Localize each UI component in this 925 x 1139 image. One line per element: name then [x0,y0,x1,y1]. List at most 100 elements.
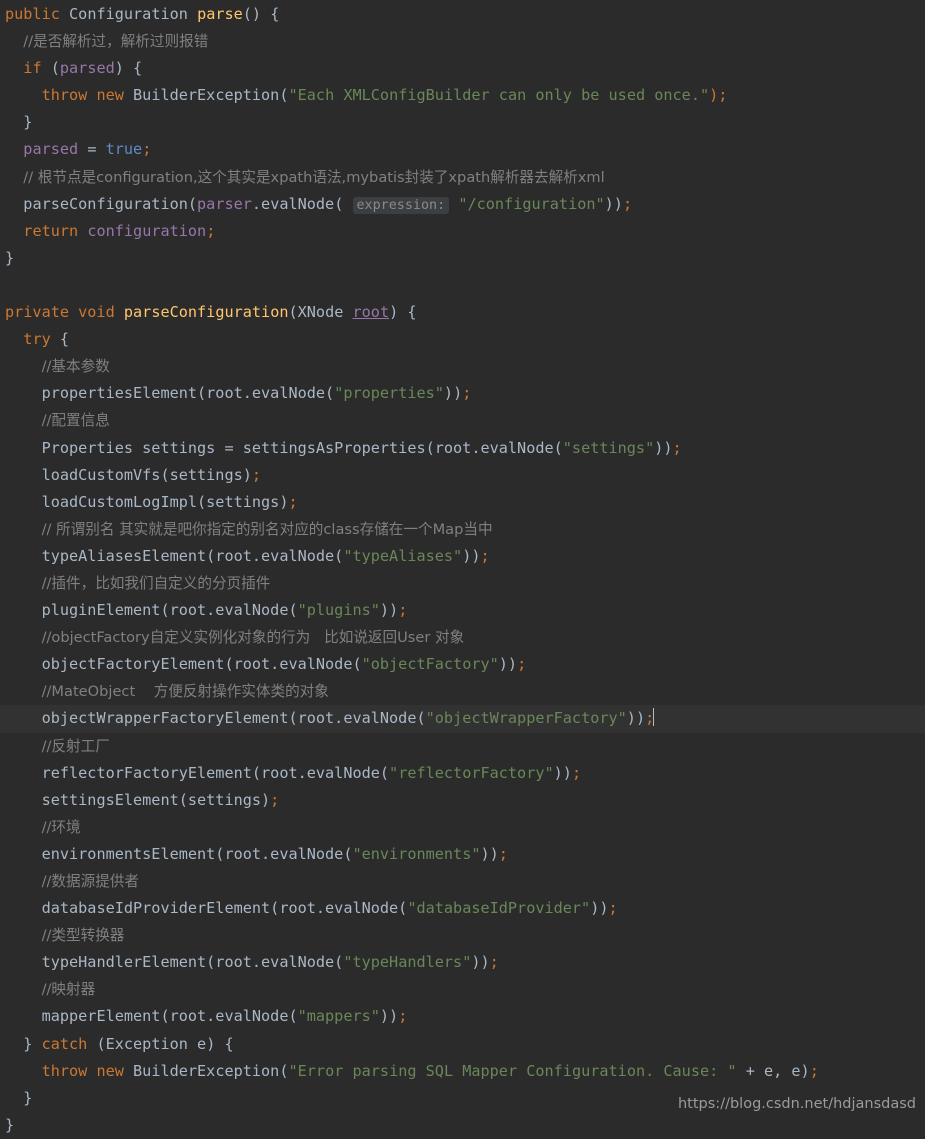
comment: //objectFactory自定义实例化对象的行为 比如说返回User 对象 [41,629,465,647]
code-line: } [23,113,33,132]
parameter-root: root [352,303,390,322]
code-line: databaseIdProviderElement(root.evalNode(… [41,899,618,918]
string-literal: "/configuration" [458,194,605,213]
code-line: typeAliasesElement(root.evalNode("typeAl… [41,546,490,565]
code-line: // 所谓别名 其实就是吧你指定的别名对应的class存储在一个Map当中 [0,516,925,543]
code-line: pluginElement(root.evalNode("plugins")); [41,601,408,620]
code-line: if (parsed) { [23,59,143,78]
call-loadcustomvfs: loadCustomVfs(settings) [41,465,252,484]
code-line: Properties settings = settingsAsProperti… [41,438,682,457]
code-line: // 根节点是configuration,这个其实是xpath语法,mybati… [0,164,925,191]
field-parsed: parsed [23,140,79,159]
code-line: } catch (Exception e) { [23,1034,234,1053]
code-line: loadCustomVfs(settings); [41,465,262,484]
call-objectwrapperfactoryelement: objectWrapperFactoryElement(root.evalNod… [41,709,426,728]
call-loadcustomlogimpl: loadCustomLogImpl(settings) [41,492,289,511]
keyword-return: return [23,221,79,240]
watermark-url: https://blog.csdn.net/hdjansdasd [677,1095,916,1112]
string-literal: "Each XMLConfigBuilder can only be used … [288,86,710,105]
string-literal: "objectWrapperFactory" [425,709,627,728]
string-literal: "reflectorFactory" [389,763,554,782]
comment: //类型转换器 [41,927,125,945]
type-properties: Properties [41,438,134,457]
type-xnode: XNode [297,303,344,322]
string-literal: "plugins" [297,601,380,620]
method-parse: parse [197,5,243,23]
string-literal: "databaseIdProvider" [407,899,591,918]
call-typealiaseselement: typeAliasesElement(root.evalNode( [41,546,344,565]
code-line: //映射器 [0,976,925,1003]
code-line: //插件，比如我们自定义的分页插件 [0,570,925,597]
code-line: typeHandlerElement(root.evalNode("typeHa… [41,953,499,972]
string-literal: "Error parsing SQL Mapper Configuration.… [288,1061,737,1080]
code-line: try { [23,330,70,349]
keyword-if: if [23,59,42,78]
comment: // 所谓别名 其实就是吧你指定的别名对应的class存储在一个Map当中 [41,520,493,538]
field-configuration: configuration [87,221,207,240]
call-databaseidproviderelement: databaseIdProviderElement(root.evalNode( [41,899,408,918]
call-parseconfiguration: parseConfiguration( [23,194,198,213]
code-line: throw new BuilderException("Each XMLConf… [41,86,728,105]
comment: //MateObject 方便反射操作实体类的对象 [41,683,329,701]
code-line: public Configuration parse() { [5,5,280,23]
code-line: reflectorFactoryElement(root.evalNode("r… [41,763,582,782]
comment: //环境 [41,818,81,836]
code-line: parseConfiguration(parser.evalNode( expr… [23,194,633,214]
type-configuration: Configuration [69,5,188,23]
code-line: loadCustomLogImpl(settings); [41,492,298,511]
comment: //是否解析过，解析过则报错 [23,33,209,51]
code-line: throw new BuilderException("Error parsin… [41,1061,819,1080]
type-exception: Exception [105,1034,188,1053]
text-caret [653,708,655,727]
code-line: //类型转换器 [0,922,925,949]
keyword-try: try [23,330,51,349]
code-editor[interactable]: public Configuration parse() { //是否解析过，解… [0,0,925,1135]
code-line: //objectFactory自定义实例化对象的行为 比如说返回User 对象 [0,624,925,651]
string-literal: "environments" [352,844,481,863]
call-mapperelement: mapperElement(root.evalNode( [41,1007,298,1026]
code-line: } [5,248,15,267]
keyword-public: public [5,5,60,23]
code-line: //环境 [0,814,925,841]
string-literal: "properties" [334,384,444,403]
field-parser: parser [197,194,252,213]
comment: //配置信息 [41,412,110,430]
code-line: //是否解析过，解析过则报错 [0,28,925,55]
call-settingselement: settingsElement(settings) [41,790,271,809]
code-line: //数据源提供者 [0,868,925,895]
string-literal: "typeHandlers" [343,953,472,972]
code-line: objectFactoryElement(root.evalNode("obje… [41,655,527,674]
call-reflectorfactoryelement: reflectorFactoryElement(root.evalNode( [41,763,390,782]
call-typehandlerelement: typeHandlerElement(root.evalNode( [41,953,344,972]
parameter-hint-expression: expression: [352,196,450,214]
comment: // 根节点是configuration,这个其实是xpath语法,mybati… [23,168,605,186]
keyword-private-void: private void [5,303,115,322]
code-line: environmentsElement(root.evalNode("envir… [41,844,508,863]
string-literal: "settings" [562,438,655,457]
code-line: //MateObject 方便反射操作实体类的对象 [0,678,925,705]
call-objectfactoryelement: objectFactoryElement(root.evalNode( [41,655,362,674]
code-line: //基本参数 [0,353,925,380]
comment: //映射器 [41,981,96,999]
string-literal: "objectFactory" [361,655,499,674]
code-line: private void parseConfiguration(XNode ro… [5,303,417,322]
current-code-line[interactable]: objectWrapperFactoryElement(root.evalNod… [0,705,925,733]
call-environmentselement: environmentsElement(root.evalNode( [41,844,353,863]
code-line: propertiesElement(root.evalNode("propert… [41,384,472,403]
code-line: settingsElement(settings); [41,790,280,809]
code-line: //配置信息 [0,407,925,434]
type-builderexception: BuilderException [133,86,280,105]
field-parsed: parsed [59,59,115,78]
literal-true: true [105,140,143,159]
code-line: mapperElement(root.evalNode("mappers")); [41,1007,408,1026]
string-literal: "typeAliases" [343,546,463,565]
call-propertieselement: propertiesElement(root.evalNode( [41,384,335,403]
call-pluginelement: pluginElement(root.evalNode( [41,601,298,620]
type-builderexception: BuilderException [133,1061,280,1080]
comment: //基本参数 [41,358,110,376]
comment: //反射工厂 [41,737,110,755]
keyword-catch: catch [41,1034,88,1053]
code-line: //反射工厂 [0,733,925,760]
comment: //数据源提供者 [41,873,139,890]
